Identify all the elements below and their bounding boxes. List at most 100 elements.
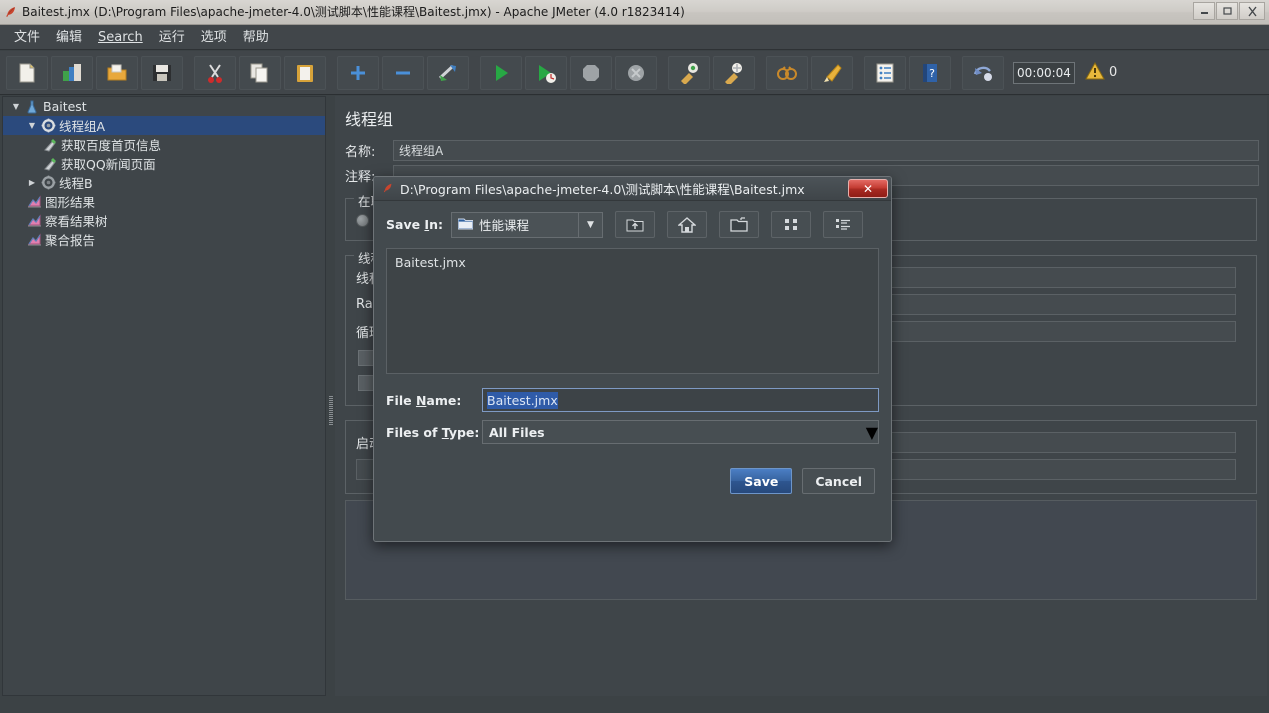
new-folder-icon[interactable] — [718, 211, 759, 238]
up-one-level-icon[interactable] — [614, 211, 655, 238]
tiles-view-icon[interactable] — [770, 211, 811, 238]
dialog-actions: Save Cancel — [386, 468, 879, 494]
close-button[interactable] — [1239, 2, 1265, 20]
tree-node-graph-results[interactable]: 图形结果 — [3, 192, 325, 211]
test-plan-tree[interactable]: ▼ Baitest ▼ 线程组A 获取百度首页信息 获取QQ新闻页面 ▶ 线程B… — [2, 96, 326, 696]
clear-icon[interactable] — [668, 55, 710, 90]
chevron-right-icon[interactable]: ▶ — [25, 178, 39, 187]
tree-node-thread-group-a[interactable]: ▼ 线程组A — [3, 116, 325, 135]
page-title: 线程组 — [345, 110, 394, 129]
help-icon[interactable]: ? — [909, 55, 951, 90]
window-title: Baitest.jmx (D:\Program Files\apache-jme… — [22, 4, 685, 19]
save-button[interactable]: Save — [730, 468, 793, 494]
elapsed-timer: 00:00:04 — [1013, 61, 1075, 84]
toolbar-separator — [856, 56, 864, 90]
files-of-type-row: Files of Type: All Files ▼ — [386, 420, 879, 444]
toolbar-separator — [758, 56, 766, 90]
file-list[interactable]: Baitest.jmx — [386, 248, 879, 374]
dialog-body: Save In: 性能课程 ▼ Baitest.jmx File Name: B… — [374, 201, 891, 504]
undo-icon[interactable] — [962, 55, 1004, 90]
files-of-type-combo[interactable]: All Files ▼ — [482, 420, 879, 444]
details-view-icon[interactable] — [822, 211, 863, 238]
file-name-label: File Name: — [386, 392, 462, 408]
warning-triangle-icon — [1085, 61, 1105, 84]
name-label: 名称: — [345, 145, 376, 160]
window-controls — [1193, 2, 1265, 20]
splitter-grip[interactable] — [329, 396, 333, 426]
dialog-title: D:\Program Files\apache-jmeter-4.0\测试脚本\… — [400, 182, 805, 197]
cancel-button[interactable]: Cancel — [802, 468, 875, 494]
templates-icon[interactable] — [51, 55, 93, 90]
test-plan-icon — [23, 100, 41, 114]
tree-node-baidu-sampler[interactable]: 获取百度首页信息 — [3, 135, 325, 154]
remove-icon[interactable] — [382, 55, 424, 90]
file-name-value: Baitest.jmx — [487, 391, 558, 409]
tree-node-label: 图形结果 — [45, 195, 96, 210]
toolbar-separator — [660, 56, 668, 90]
tree-node-thread-group-b[interactable]: ▶ 线程B — [3, 173, 325, 192]
open-icon[interactable] — [96, 55, 138, 90]
main-toolbar: ? 00:00:04 0 — [0, 51, 1269, 95]
tree-node-baitest[interactable]: ▼ Baitest — [3, 97, 325, 116]
panel-splitter[interactable] — [327, 96, 335, 696]
radio-icon[interactable] — [356, 214, 369, 227]
search-icon[interactable] — [766, 55, 808, 90]
menu-search[interactable]: Search — [90, 26, 151, 49]
toolbar-separator — [472, 56, 480, 90]
reset-search-icon[interactable] — [811, 55, 853, 90]
toolbar-separator — [186, 56, 194, 90]
tree-node-label: 线程组A — [57, 116, 106, 135]
warning-indicator[interactable]: 0 — [1085, 61, 1118, 84]
chevron-down-icon[interactable]: ▼ — [9, 102, 23, 111]
listener-icon — [25, 213, 43, 228]
tree-node-label: 察看结果树 — [45, 214, 108, 229]
cut-icon[interactable] — [194, 55, 236, 90]
name-input[interactable]: 线程组A — [393, 140, 1259, 161]
tree-node-view-results-tree[interactable]: 察看结果树 — [3, 211, 325, 230]
window-titlebar: Baitest.jmx (D:\Program Files\apache-jme… — [0, 0, 1269, 25]
home-icon[interactable] — [666, 211, 707, 238]
thread-group-icon — [39, 175, 57, 190]
tree-node-label: Baitest — [43, 99, 87, 114]
file-name-row: File Name: Baitest.jmx — [386, 388, 879, 412]
thread-group-icon — [39, 118, 57, 133]
listener-icon — [25, 232, 43, 247]
file-name-input[interactable]: Baitest.jmx — [482, 388, 879, 412]
toggle-icon[interactable] — [427, 55, 469, 90]
save-in-row: Save In: 性能课程 ▼ — [386, 211, 879, 238]
stop-icon[interactable] — [570, 55, 612, 90]
copy-icon[interactable] — [239, 55, 281, 90]
save-icon[interactable] — [141, 55, 183, 90]
folder-icon — [457, 215, 474, 234]
new-test-plan-icon[interactable] — [6, 55, 48, 90]
jmeter-feather-icon — [382, 179, 394, 198]
maximize-button[interactable] — [1216, 2, 1238, 20]
menu-help[interactable]: 帮助 — [235, 26, 277, 49]
files-of-type-value: All Files — [489, 424, 545, 440]
toolbar-separator — [954, 56, 962, 90]
menu-options[interactable]: 选项 — [193, 26, 235, 49]
list-item[interactable]: Baitest.jmx — [395, 255, 870, 270]
start-icon[interactable] — [480, 55, 522, 90]
chevron-down-icon[interactable]: ▼ — [577, 212, 602, 237]
minimize-button[interactable] — [1193, 2, 1215, 20]
tree-node-qq-sampler[interactable]: 获取QQ新闻页面 — [3, 154, 325, 173]
warning-count: 0 — [1109, 65, 1118, 80]
menu-file[interactable]: 文件 — [6, 26, 48, 49]
shutdown-icon[interactable] — [615, 55, 657, 90]
add-icon[interactable] — [337, 55, 379, 90]
tree-node-label: 获取QQ新闻页面 — [61, 157, 156, 172]
tree-node-label: 线程B — [59, 176, 93, 191]
tree-node-aggregate-report[interactable]: 聚合报告 — [3, 230, 325, 249]
clear-all-icon[interactable] — [713, 55, 755, 90]
chevron-down-icon[interactable]: ▼ — [25, 121, 39, 130]
start-no-pause-icon[interactable] — [525, 55, 567, 90]
jmeter-window: Baitest.jmx (D:\Program Files\apache-jme… — [0, 0, 1269, 713]
function-helper-icon[interactable] — [864, 55, 906, 90]
save-in-combo[interactable]: 性能课程 ▼ — [450, 211, 603, 238]
chevron-down-icon[interactable]: ▼ — [866, 423, 878, 442]
paste-icon[interactable] — [284, 55, 326, 90]
menu-run[interactable]: 运行 — [151, 26, 193, 49]
menu-edit[interactable]: 编辑 — [48, 26, 90, 49]
dialog-close-button[interactable]: ✕ — [848, 179, 888, 198]
